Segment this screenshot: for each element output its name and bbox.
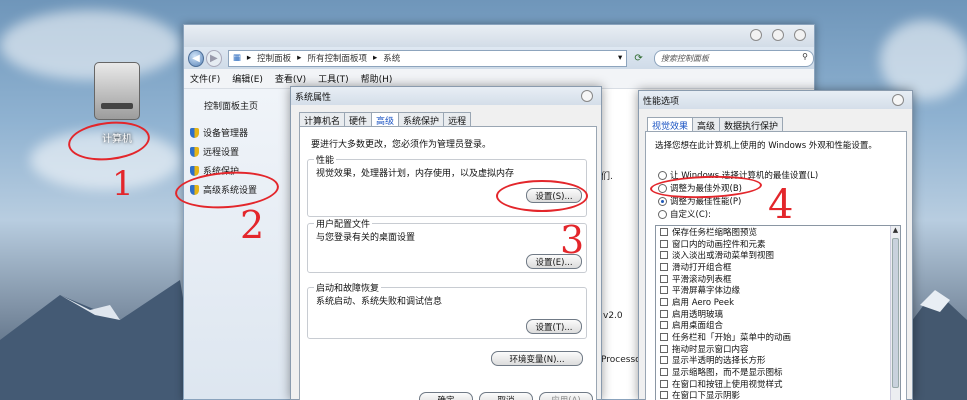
control-panel-icon: ▦ bbox=[232, 53, 241, 63]
list-item[interactable]: 在窗口和按钮上使用视觉样式 bbox=[656, 378, 900, 390]
dialog-title: 性能选项 bbox=[643, 96, 680, 107]
list-item[interactable]: 滑动打开组合框 bbox=[656, 261, 900, 273]
list-item[interactable]: 启用桌面组合 bbox=[656, 320, 900, 331]
apply-button[interactable]: 应用(A) bbox=[539, 392, 593, 400]
checkbox[interactable] bbox=[660, 391, 668, 400]
list-item[interactable]: 启用 Aero Peek bbox=[656, 296, 900, 308]
close-button[interactable] bbox=[892, 94, 904, 106]
group-description: 视觉效果，处理器计划，内存使用，以及虚拟内存 bbox=[316, 169, 515, 179]
list-scrollbar[interactable]: ▲ bbox=[890, 226, 900, 400]
device-manager-link[interactable]: 设备管理器 bbox=[190, 126, 248, 139]
group-description: 系统启动、系统失败和调试信息 bbox=[316, 297, 443, 307]
background-text: Processo bbox=[601, 355, 641, 365]
list-item[interactable]: 在窗口下显示阴影 bbox=[656, 390, 900, 400]
shield-icon bbox=[190, 146, 199, 157]
system-properties-dialog: 系统属性 计算机名 硬件 高级 系统保护 远程 要进行大多数更改，您必须作为管理… bbox=[290, 86, 602, 400]
perf-description: 选择您想在此计算机上使用的 Windows 外观和性能设置。 bbox=[655, 141, 877, 151]
cancel-button[interactable]: 取消 bbox=[479, 392, 533, 400]
back-button[interactable]: ◀ bbox=[188, 49, 204, 67]
group-legend: 启动和故障恢复 bbox=[314, 281, 382, 294]
annotation-number: 4 bbox=[768, 182, 794, 228]
background-text: v2.0 bbox=[603, 311, 623, 321]
checkbox[interactable] bbox=[660, 239, 668, 248]
startup-recovery-settings-button[interactable]: 设置(T)... bbox=[526, 319, 582, 334]
list-item[interactable]: 显示缩略图，而不是显示图标 bbox=[656, 366, 900, 378]
list-item[interactable]: 平滑屏幕字体边缘 bbox=[656, 284, 900, 296]
list-item[interactable]: 启用透明玻璃 bbox=[656, 308, 900, 320]
dialog-titlebar: 系统属性 bbox=[291, 87, 601, 105]
address-row: ◀ ▶ ▦ ▸ 控制面板 ▸ 所有控制面板项 ▸ 系统 ▾ ⟳ 搜索控制面板 ⚲ bbox=[184, 47, 814, 69]
ok-button[interactable]: 确定 bbox=[419, 392, 473, 400]
explorer-titlebar bbox=[184, 25, 814, 47]
annotation-circle bbox=[496, 180, 588, 212]
annotation-number: 3 bbox=[560, 218, 585, 262]
checkbox[interactable] bbox=[660, 333, 668, 342]
hard-drive-icon bbox=[94, 62, 140, 120]
checkbox[interactable] bbox=[660, 344, 668, 353]
minimize-button[interactable] bbox=[750, 29, 762, 41]
close-button[interactable] bbox=[794, 29, 806, 41]
refresh-icon[interactable]: ⟳ bbox=[629, 50, 648, 67]
performance-options-dialog: 性能选项 视觉效果 高级 数据执行保护 选择您想在此计算机上使用的 Window… bbox=[638, 90, 913, 400]
environment-variables-button[interactable]: 环境变量(N)... bbox=[491, 351, 583, 366]
group-description: 与您登录有关的桌面设置 bbox=[316, 233, 416, 243]
breadcrumb-item[interactable]: 系统 bbox=[383, 52, 400, 64]
breadcrumb-item[interactable]: 所有控制面板项 bbox=[307, 52, 367, 64]
dropdown-arrow-icon[interactable]: ▾ bbox=[618, 53, 622, 63]
forward-button[interactable]: ▶ bbox=[205, 49, 222, 67]
group-legend: 性能 bbox=[314, 153, 337, 166]
list-item[interactable]: 平滑滚动列表框 bbox=[656, 273, 900, 285]
left-task-pane: 控制面板主页 设备管理器 远程设置 系统保护 高级系统设置 bbox=[184, 89, 292, 399]
address-bar[interactable]: ▦ ▸ 控制面板 ▸ 所有控制面板项 ▸ 系统 ▾ bbox=[227, 49, 628, 67]
background-text: 们. bbox=[601, 172, 613, 182]
menu-help[interactable]: 帮助(H) bbox=[361, 72, 393, 85]
admin-note: 要进行大多数更改，您必须作为管理员登录。 bbox=[311, 140, 492, 150]
checkbox[interactable] bbox=[660, 379, 668, 388]
list-item[interactable]: 拖动时显示窗口内容 bbox=[656, 343, 900, 355]
list-item[interactable]: 窗口内的动画控件和元素 bbox=[656, 238, 900, 250]
checkbox[interactable] bbox=[660, 309, 668, 318]
menu-tools[interactable]: 工具(T) bbox=[318, 72, 349, 85]
list-item[interactable]: 显示半透明的选择长方形 bbox=[656, 355, 900, 366]
checkbox[interactable] bbox=[660, 356, 668, 365]
checkbox[interactable] bbox=[660, 297, 668, 306]
group-legend: 用户配置文件 bbox=[314, 217, 373, 230]
search-icon: ⚲ bbox=[802, 51, 808, 61]
checkbox[interactable] bbox=[660, 262, 668, 271]
user-profiles-group: 用户配置文件 与您登录有关的桌面设置 设置(E)... bbox=[307, 217, 587, 273]
annotation-number: 2 bbox=[240, 203, 265, 247]
shield-icon bbox=[190, 165, 199, 176]
dialog-title: 系统属性 bbox=[295, 92, 332, 103]
menu-edit[interactable]: 编辑(E) bbox=[232, 72, 263, 85]
checkbox[interactable] bbox=[660, 274, 668, 283]
list-item[interactable]: 淡入淡出或滑动菜单到视图 bbox=[656, 249, 900, 261]
scroll-up-icon[interactable]: ▲ bbox=[891, 226, 900, 236]
list-item[interactable]: 任务栏和「开始」菜单中的动画 bbox=[656, 331, 900, 343]
breadcrumb-item[interactable]: 控制面板 bbox=[257, 52, 291, 64]
remote-settings-link[interactable]: 远程设置 bbox=[190, 145, 239, 158]
close-button[interactable] bbox=[581, 90, 593, 102]
control-panel-home-link[interactable]: 控制面板主页 bbox=[204, 99, 258, 112]
checkbox[interactable] bbox=[660, 368, 668, 377]
shield-icon bbox=[190, 127, 199, 138]
annotation-number: 1 bbox=[112, 164, 134, 204]
dialog-titlebar: 性能选项 bbox=[639, 91, 912, 109]
menu-file[interactable]: 文件(F) bbox=[190, 72, 220, 85]
checkbox[interactable] bbox=[660, 227, 668, 236]
checkbox[interactable] bbox=[660, 286, 668, 295]
startup-recovery-group: 启动和故障恢复 系统启动、系统失败和调试信息 设置(T)... bbox=[307, 281, 587, 339]
radio-custom[interactable]: 自定义(C): bbox=[658, 208, 711, 220]
scroll-thumb[interactable] bbox=[892, 238, 899, 388]
menu-view[interactable]: 查看(V) bbox=[275, 72, 306, 85]
visual-effects-list[interactable]: 保存任务栏缩略图预览 窗口内的动画控件和元素 淡入淡出或滑动菜单到视图 滑动打开… bbox=[655, 225, 901, 400]
maximize-button[interactable] bbox=[772, 29, 784, 41]
search-input[interactable]: 搜索控制面板 ⚲ bbox=[653, 49, 814, 67]
checkbox[interactable] bbox=[660, 321, 668, 330]
checkbox[interactable] bbox=[660, 251, 668, 260]
